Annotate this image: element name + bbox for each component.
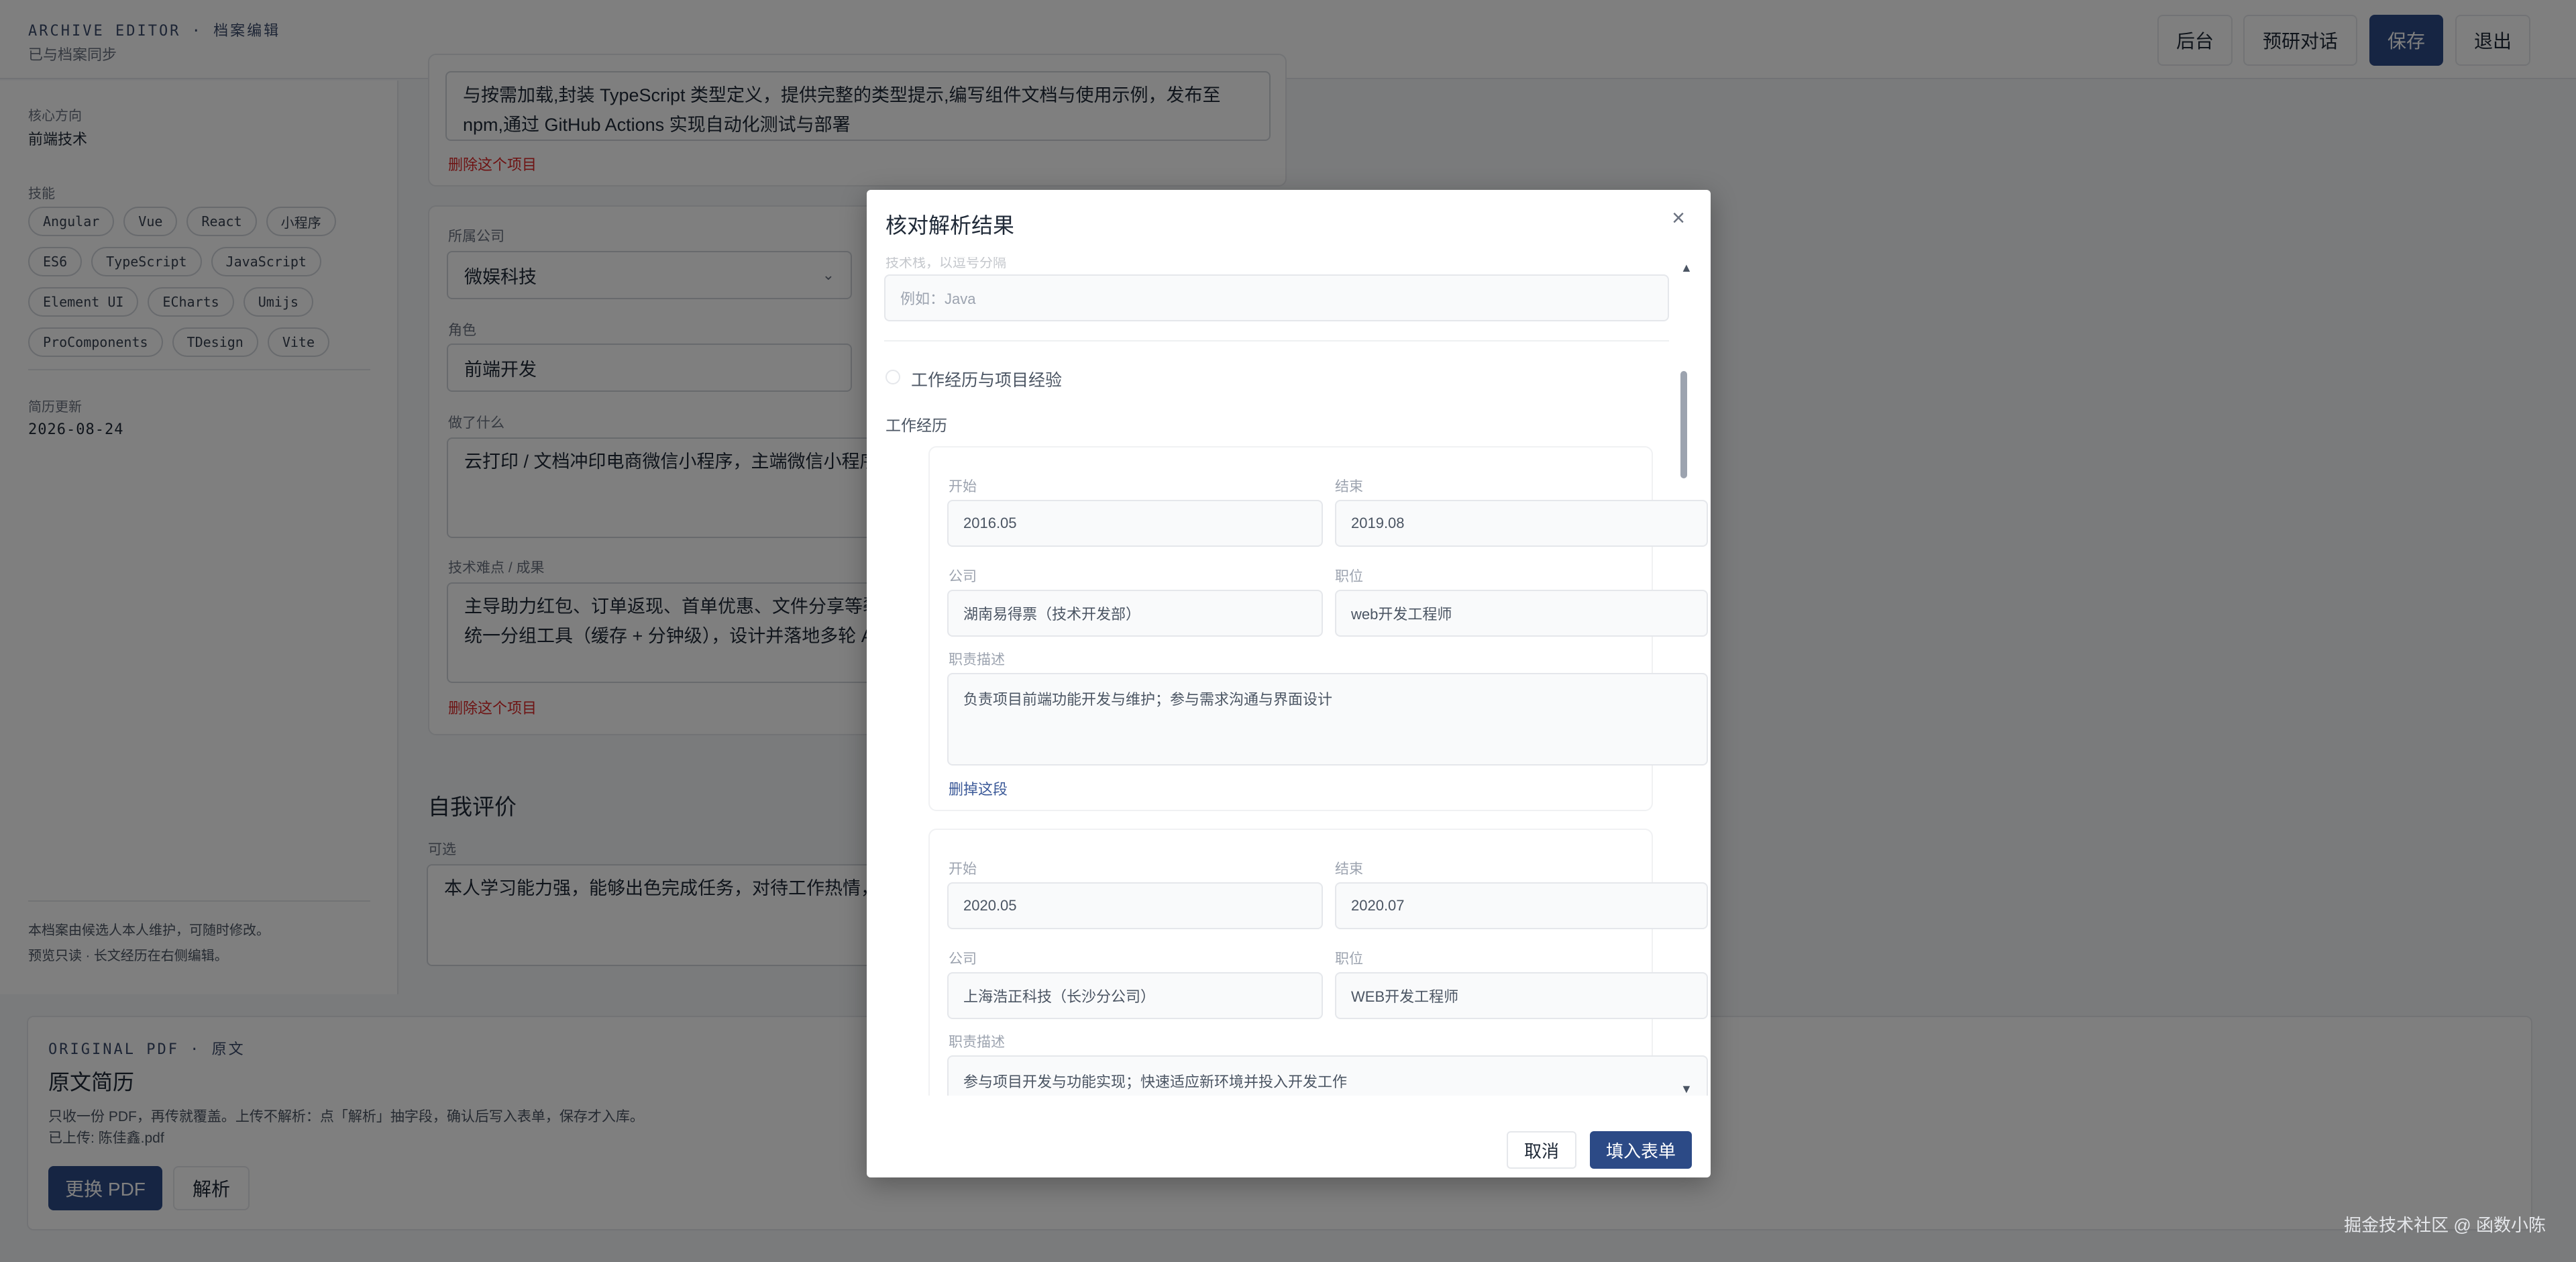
end-label: 结束 — [1335, 479, 1363, 494]
close-icon[interactable]: × — [1665, 205, 1692, 231]
remove-segment-link[interactable]: 删掉这段 — [949, 778, 1008, 799]
fill-form-button[interactable]: 填入表单 — [1590, 1131, 1692, 1169]
work-entry-card: 开始 2020.05 结束 2020.07 公司 上海浩正科技（长沙分公司） 职… — [928, 829, 1708, 1096]
parse-review-modal: 核对解析结果 × 技术栈，以逗号分隔 例如：Java 工作经历与项目经验 工作经… — [867, 190, 1711, 1177]
company-input[interactable]: 湖南易得票（技术开发部） — [947, 590, 1323, 637]
modal-title: 核对解析结果 — [885, 213, 1015, 238]
start-label: 开始 — [949, 479, 977, 494]
duty-label: 职责描述 — [949, 1035, 1005, 1050]
start-label: 开始 — [949, 861, 977, 877]
duty-label: 职责描述 — [949, 652, 1005, 668]
scroll-up-icon[interactable]: ▲ — [1680, 261, 1693, 275]
position-input[interactable]: WEB开发工程师 — [1335, 972, 1708, 1019]
duty-textarea[interactable]: 负责项目前端功能开发与维护；参与需求沟通与界面设计 — [947, 673, 1708, 766]
position-input[interactable]: web开发工程师 — [1335, 590, 1708, 637]
watermark: 掘金技术社区 @ 函数小陈 — [2344, 1215, 2546, 1235]
cancel-button[interactable]: 取消 — [1507, 1131, 1576, 1169]
modal-footer: 取消 填入表单 — [867, 1112, 1711, 1177]
scroll-down-icon[interactable]: ▼ — [1680, 1082, 1693, 1096]
skill-input[interactable]: 例如：Java — [884, 274, 1669, 321]
modal-scrollbar-thumb[interactable] — [1680, 371, 1687, 478]
work-entry-card: 开始 2016.05 结束 2019.08 公司 湖南易得票（技术开发部） 职位… — [928, 446, 1708, 811]
start-input[interactable]: 2020.05 — [947, 882, 1323, 929]
work-section-title: 工作经历与项目经验 — [911, 371, 1063, 390]
modal-body: 技术栈，以逗号分隔 例如：Java 工作经历与项目经验 工作经历 开始 2016… — [867, 257, 1711, 1096]
end-input[interactable]: 2020.07 — [1335, 882, 1708, 929]
work-list-title: 工作经历 — [885, 417, 947, 434]
start-input[interactable]: 2016.05 — [947, 500, 1323, 547]
position-label: 职位 — [1335, 569, 1363, 584]
modal-divider — [884, 340, 1669, 341]
skill-hint: 技术栈，以逗号分隔 — [885, 257, 1006, 270]
position-label: 职位 — [1335, 951, 1363, 967]
company-input[interactable]: 上海浩正科技（长沙分公司） — [947, 972, 1323, 1019]
company-label: 公司 — [949, 951, 977, 967]
work-section-checkbox[interactable] — [885, 370, 900, 384]
end-label: 结束 — [1335, 861, 1363, 877]
company-label: 公司 — [949, 569, 977, 584]
end-input[interactable]: 2019.08 — [1335, 500, 1708, 547]
duty-textarea[interactable]: 参与项目开发与功能实现；快速适应新环境并投入开发工作 — [947, 1055, 1708, 1096]
